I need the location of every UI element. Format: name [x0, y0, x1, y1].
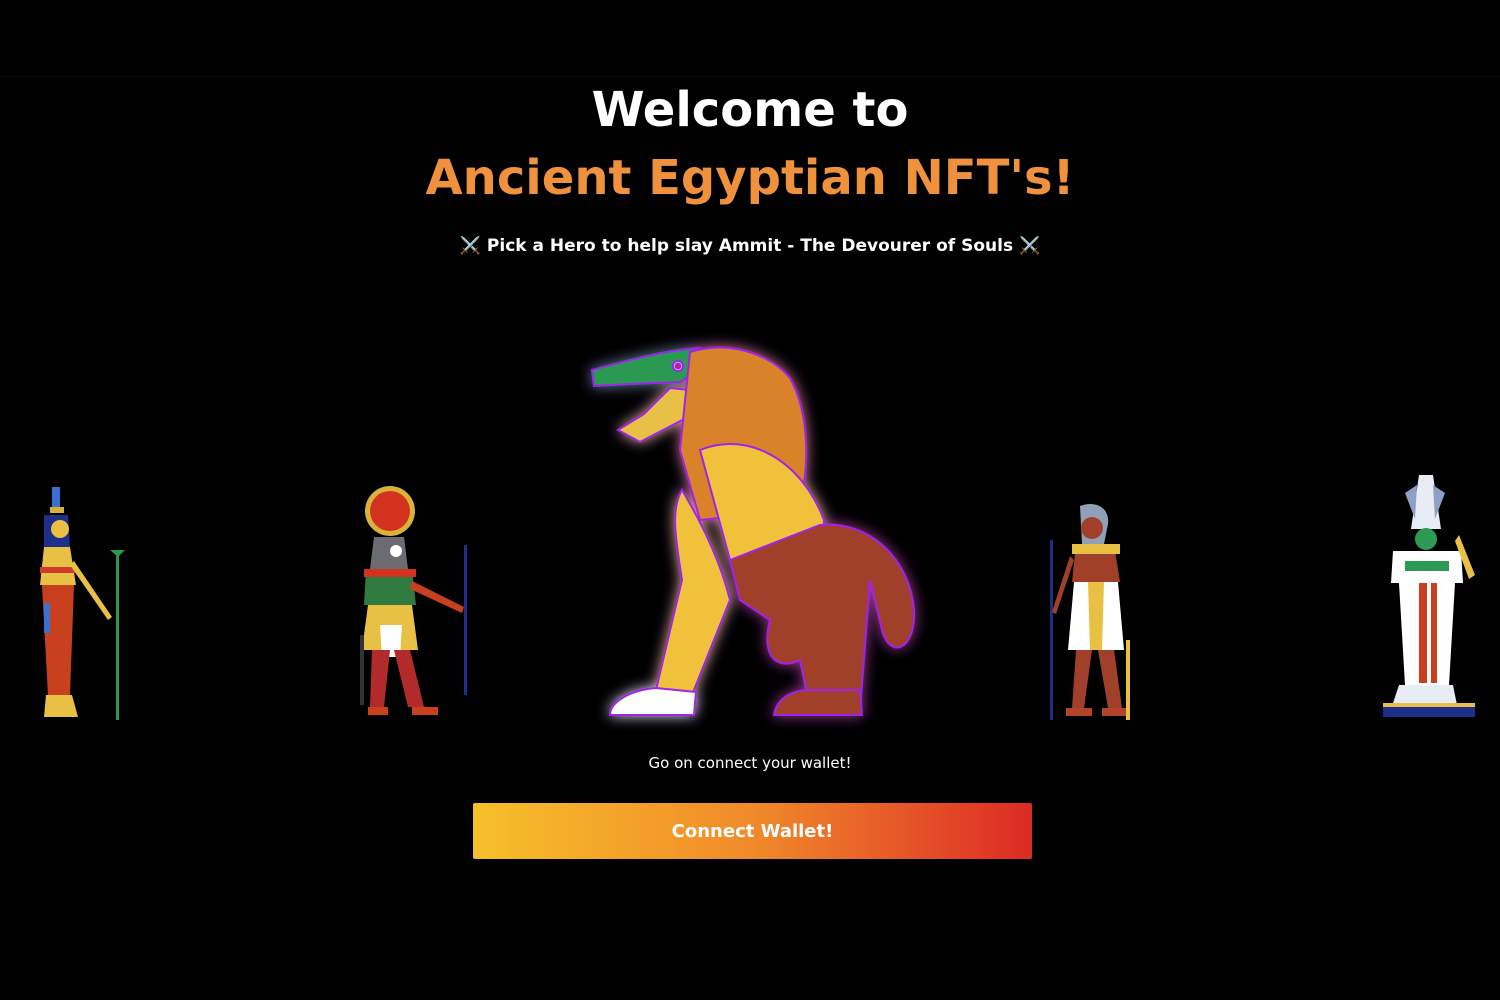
hero-isis [30, 485, 130, 725]
wallet-prompt: Go on connect your wallet! [648, 754, 852, 772]
mummified-god-figure-icon [1383, 475, 1475, 717]
connect-wallet-button[interactable]: Connect Wallet! [473, 803, 1032, 859]
pharaoh-figure-icon [1050, 504, 1130, 720]
hero-prompt: ⚔️ Pick a Hero to help slay Ammit - The … [459, 236, 1041, 256]
hero-ammit [570, 330, 940, 735]
crocodile-lion-hippo-beast-icon [590, 346, 916, 716]
header-divider [0, 76, 1500, 77]
landing-page: Welcome to Ancient Egyptian NFT's! ⚔️ Pi… [0, 0, 1500, 1000]
hero-pharaoh [1040, 500, 1140, 725]
collection-title: Ancient Egyptian NFT's! [425, 150, 1075, 206]
hero-osiris [1375, 475, 1485, 725]
egyptian-goddess-figure-icon [40, 487, 125, 720]
hero-horus [352, 485, 482, 725]
falcon-headed-god-figure-icon [360, 486, 467, 715]
welcome-heading: Welcome to [591, 82, 909, 138]
